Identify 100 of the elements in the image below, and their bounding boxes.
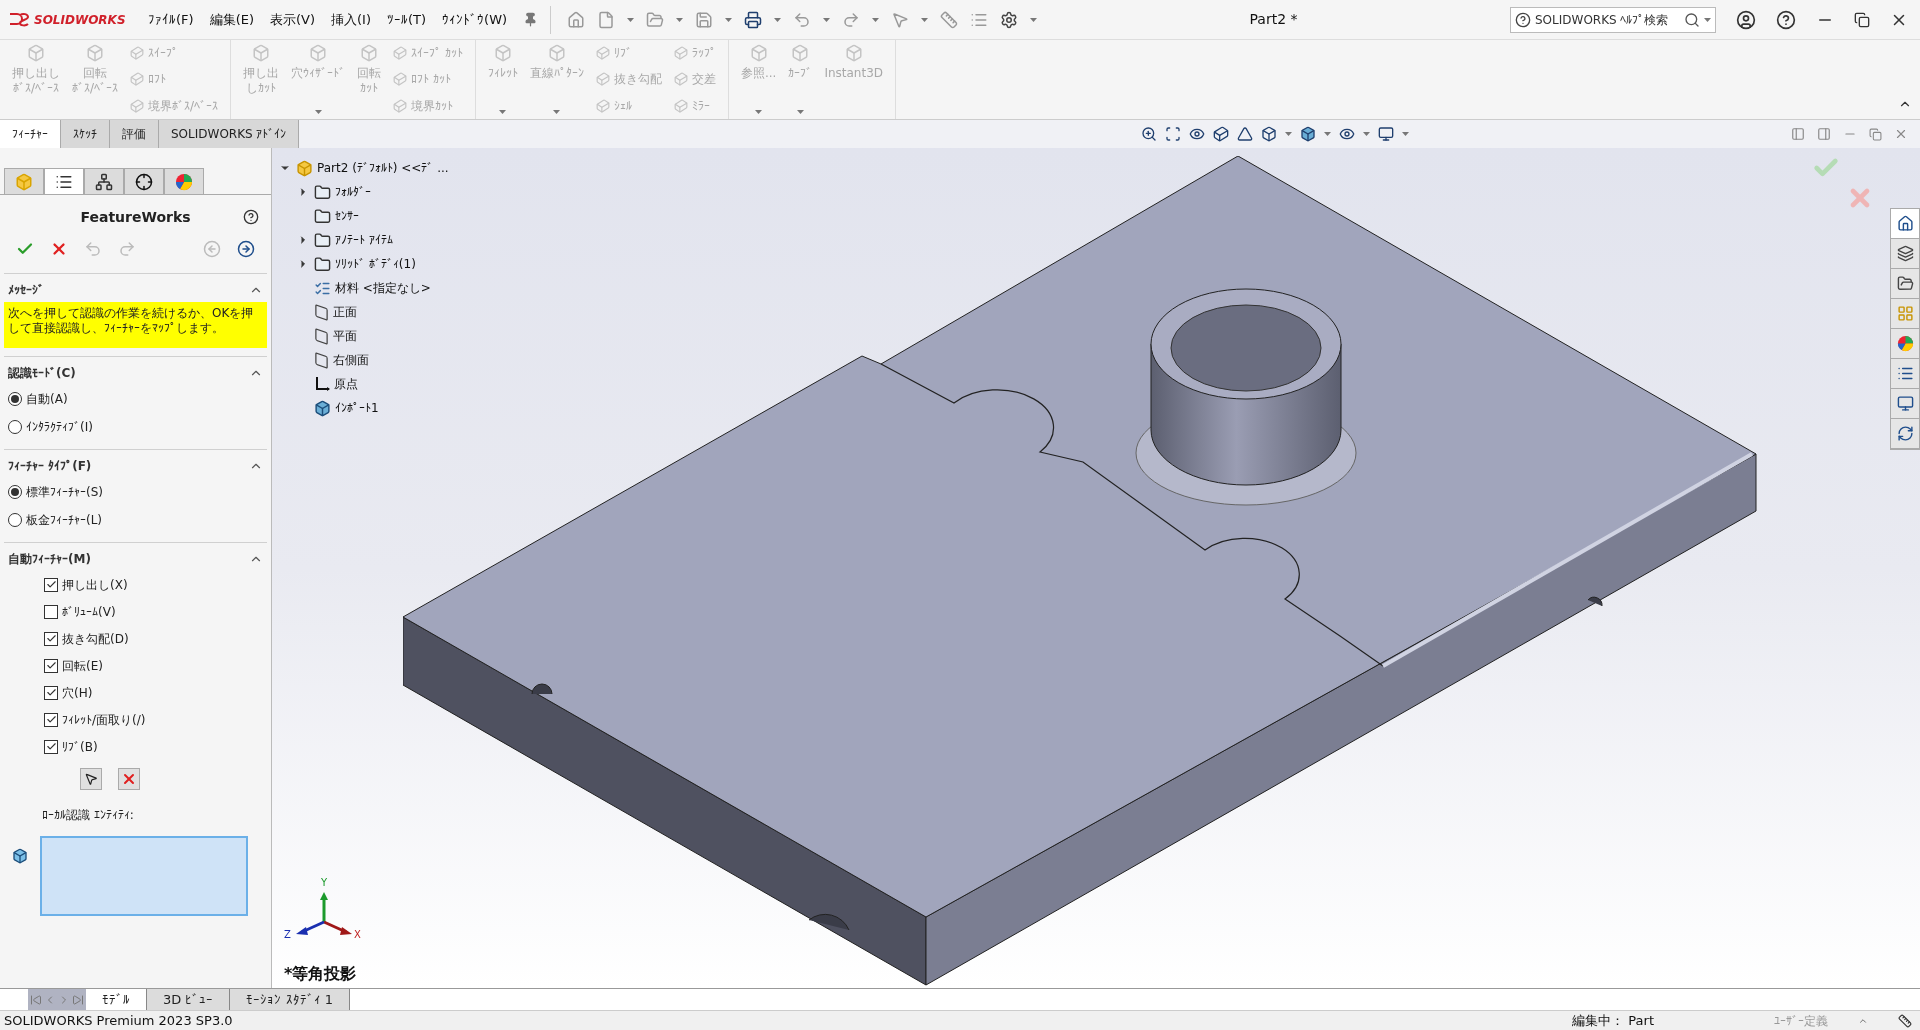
cube-icon xyxy=(595,72,610,87)
monitor-icon xyxy=(1896,395,1914,412)
zoom-icon[interactable] xyxy=(1141,126,1158,142)
version-text: SOLIDWORKS Premium 2023 SP3.0 xyxy=(4,1011,233,1030)
folder-icon xyxy=(314,207,331,225)
checkbox-label: ﾎﾞﾘｭｰﾑ(V) xyxy=(62,603,116,621)
redo-icon[interactable] xyxy=(842,10,861,29)
notch xyxy=(808,913,850,931)
menu-item[interactable]: 編集(E) xyxy=(209,9,254,30)
tree-item[interactable]: ｾﾝｻｰ xyxy=(335,207,359,225)
tree-item[interactable]: 原点 xyxy=(334,375,358,393)
save-icon[interactable] xyxy=(695,10,714,29)
view-orientation-icon[interactable] xyxy=(1261,126,1278,142)
cube-icon xyxy=(393,72,408,87)
open-folder-icon[interactable] xyxy=(646,10,665,29)
display-style-icon[interactable] xyxy=(1300,126,1317,142)
color-wheel-icon xyxy=(175,172,193,191)
radio-button[interactable] xyxy=(8,485,22,499)
part-icon xyxy=(296,159,313,177)
section-title: 自動ﾌｨｰﾁｬｰ(M) xyxy=(8,551,91,568)
print-icon[interactable] xyxy=(744,10,763,29)
check-icon xyxy=(45,660,57,671)
radio-label: 自動(A) xyxy=(26,391,68,408)
radio-button[interactable] xyxy=(8,392,22,406)
cube-icon xyxy=(130,46,145,61)
hide-show-icon[interactable] xyxy=(1339,126,1356,142)
checkbox[interactable] xyxy=(44,631,58,646)
tree-item[interactable]: Part2 (ﾃﾞﾌｫﾙﾄ) <<ﾃﾞ ... xyxy=(317,159,449,177)
tree-item[interactable]: ｿﾘｯﾄﾞ ﾎﾞﾃﾞｨ(1) xyxy=(335,255,416,273)
checkbox[interactable] xyxy=(44,604,58,619)
checkbox-label: 穴(H) xyxy=(62,684,93,702)
check-icon xyxy=(45,687,57,698)
new-file-icon[interactable] xyxy=(597,10,616,29)
tree-item[interactable]: 材料 <指定なし> xyxy=(335,279,431,297)
cube-icon[interactable] xyxy=(1213,126,1230,142)
cube-icon xyxy=(673,46,688,61)
checkbox-label: 抜き勾配(D) xyxy=(62,630,129,648)
search-bar[interactable]: SOLIDWORKS ﾍﾙﾌﾟ検索 xyxy=(1510,6,1716,33)
user-icon[interactable] xyxy=(1736,9,1756,30)
tree-item[interactable]: 右側面 xyxy=(333,351,369,369)
checkbox[interactable] xyxy=(44,712,58,727)
menu-item[interactable]: 表示(V) xyxy=(270,9,316,30)
help-icon[interactable] xyxy=(1776,9,1796,30)
tree-item[interactable]: 正面 xyxy=(333,303,357,321)
panel-tab[interactable] xyxy=(44,168,84,194)
tree-item[interactable]: 平面 xyxy=(333,327,357,345)
radio-button[interactable] xyxy=(8,513,22,527)
checkbox[interactable] xyxy=(44,685,58,700)
cube-icon xyxy=(252,44,271,62)
color-ball-icon xyxy=(1896,335,1914,352)
cube-icon xyxy=(130,98,145,113)
zoom-area-icon[interactable] xyxy=(1165,126,1182,142)
radio-label: ｲﾝﾀﾗｸﾃｨﾌﾞ(I) xyxy=(26,419,93,436)
restore-icon[interactable] xyxy=(1854,11,1870,28)
ruler-icon[interactable] xyxy=(1898,1013,1912,1028)
check-icon xyxy=(45,579,57,590)
help-icon[interactable] xyxy=(243,209,259,225)
logo-text: SOLIDWORKS xyxy=(34,11,126,29)
redo-icon xyxy=(118,240,136,258)
radio-button[interactable] xyxy=(8,420,22,434)
model-tab[interactable]: 3D ﾋﾞｭｰ xyxy=(147,989,231,1010)
tree-item[interactable]: ｲﾝﾎﾟｰﾄ1 xyxy=(335,399,379,417)
cube-icon xyxy=(673,98,688,113)
model-tab[interactable]: ﾓｰｼｮﾝ ｽﾀﾃﾞｨ 1 xyxy=(230,989,350,1010)
tree-item[interactable]: ﾌｫﾙﾀﾞｰ xyxy=(335,183,371,201)
view-icon[interactable] xyxy=(1189,126,1206,142)
home-icon[interactable] xyxy=(567,10,586,29)
search-field[interactable]: SOLIDWORKS ﾍﾙﾌﾟ検索 xyxy=(1535,10,1680,29)
command-tab[interactable]: SOLIDWORKS ｱﾄﾞｲﾝ xyxy=(159,120,300,148)
menu-item[interactable]: ｳｨﾝﾄﾞｳ(W) xyxy=(442,9,508,30)
checkbox[interactable] xyxy=(44,658,58,673)
command-tab[interactable]: ｽｹｯﾁ xyxy=(61,120,110,148)
panel-tab[interactable] xyxy=(84,168,124,194)
tile-right-icon[interactable] xyxy=(1817,127,1831,141)
tile-left-icon[interactable] xyxy=(1791,127,1805,141)
menu-item[interactable]: 挿入(I) xyxy=(331,9,371,30)
menu-item[interactable]: ﾂｰﾙ(T) xyxy=(387,9,427,30)
delete-feature-button[interactable] xyxy=(118,768,140,790)
task-pane-tab[interactable] xyxy=(1891,209,1919,239)
axis-label: Z xyxy=(284,930,291,940)
next-icon xyxy=(237,240,255,258)
select-feature-button[interactable] xyxy=(80,768,102,790)
panel-tab[interactable] xyxy=(124,168,164,194)
pin-icon[interactable] xyxy=(523,12,539,27)
checkbox[interactable] xyxy=(44,739,58,754)
back-icon xyxy=(203,240,221,258)
select-icon[interactable] xyxy=(891,10,910,29)
checkbox[interactable] xyxy=(44,577,58,592)
message-text: 次へを押して認識の作業を続けるか、OKを押して直接認識し、ﾌｨｰﾁｬｰをﾏｯﾌﾟします。 xyxy=(4,302,267,348)
menu-item[interactable]: ﾌｧｲﾙ(F) xyxy=(148,9,194,30)
command-tab[interactable]: ﾌｨｰﾁｬｰ xyxy=(0,120,61,148)
settings-icon[interactable] xyxy=(1000,10,1019,29)
layers-icon xyxy=(1896,245,1914,262)
monitor-icon[interactable] xyxy=(1378,126,1395,142)
tree-icon xyxy=(95,172,113,191)
undo-icon[interactable] xyxy=(793,10,812,29)
tree-item[interactable]: ｱﾉﾃｰﾄ ｱｲﾃﾑ xyxy=(335,231,393,249)
list-icon xyxy=(1896,365,1914,382)
command-tab[interactable]: 評価 xyxy=(110,120,159,148)
axis-triad-drawing xyxy=(294,892,354,936)
